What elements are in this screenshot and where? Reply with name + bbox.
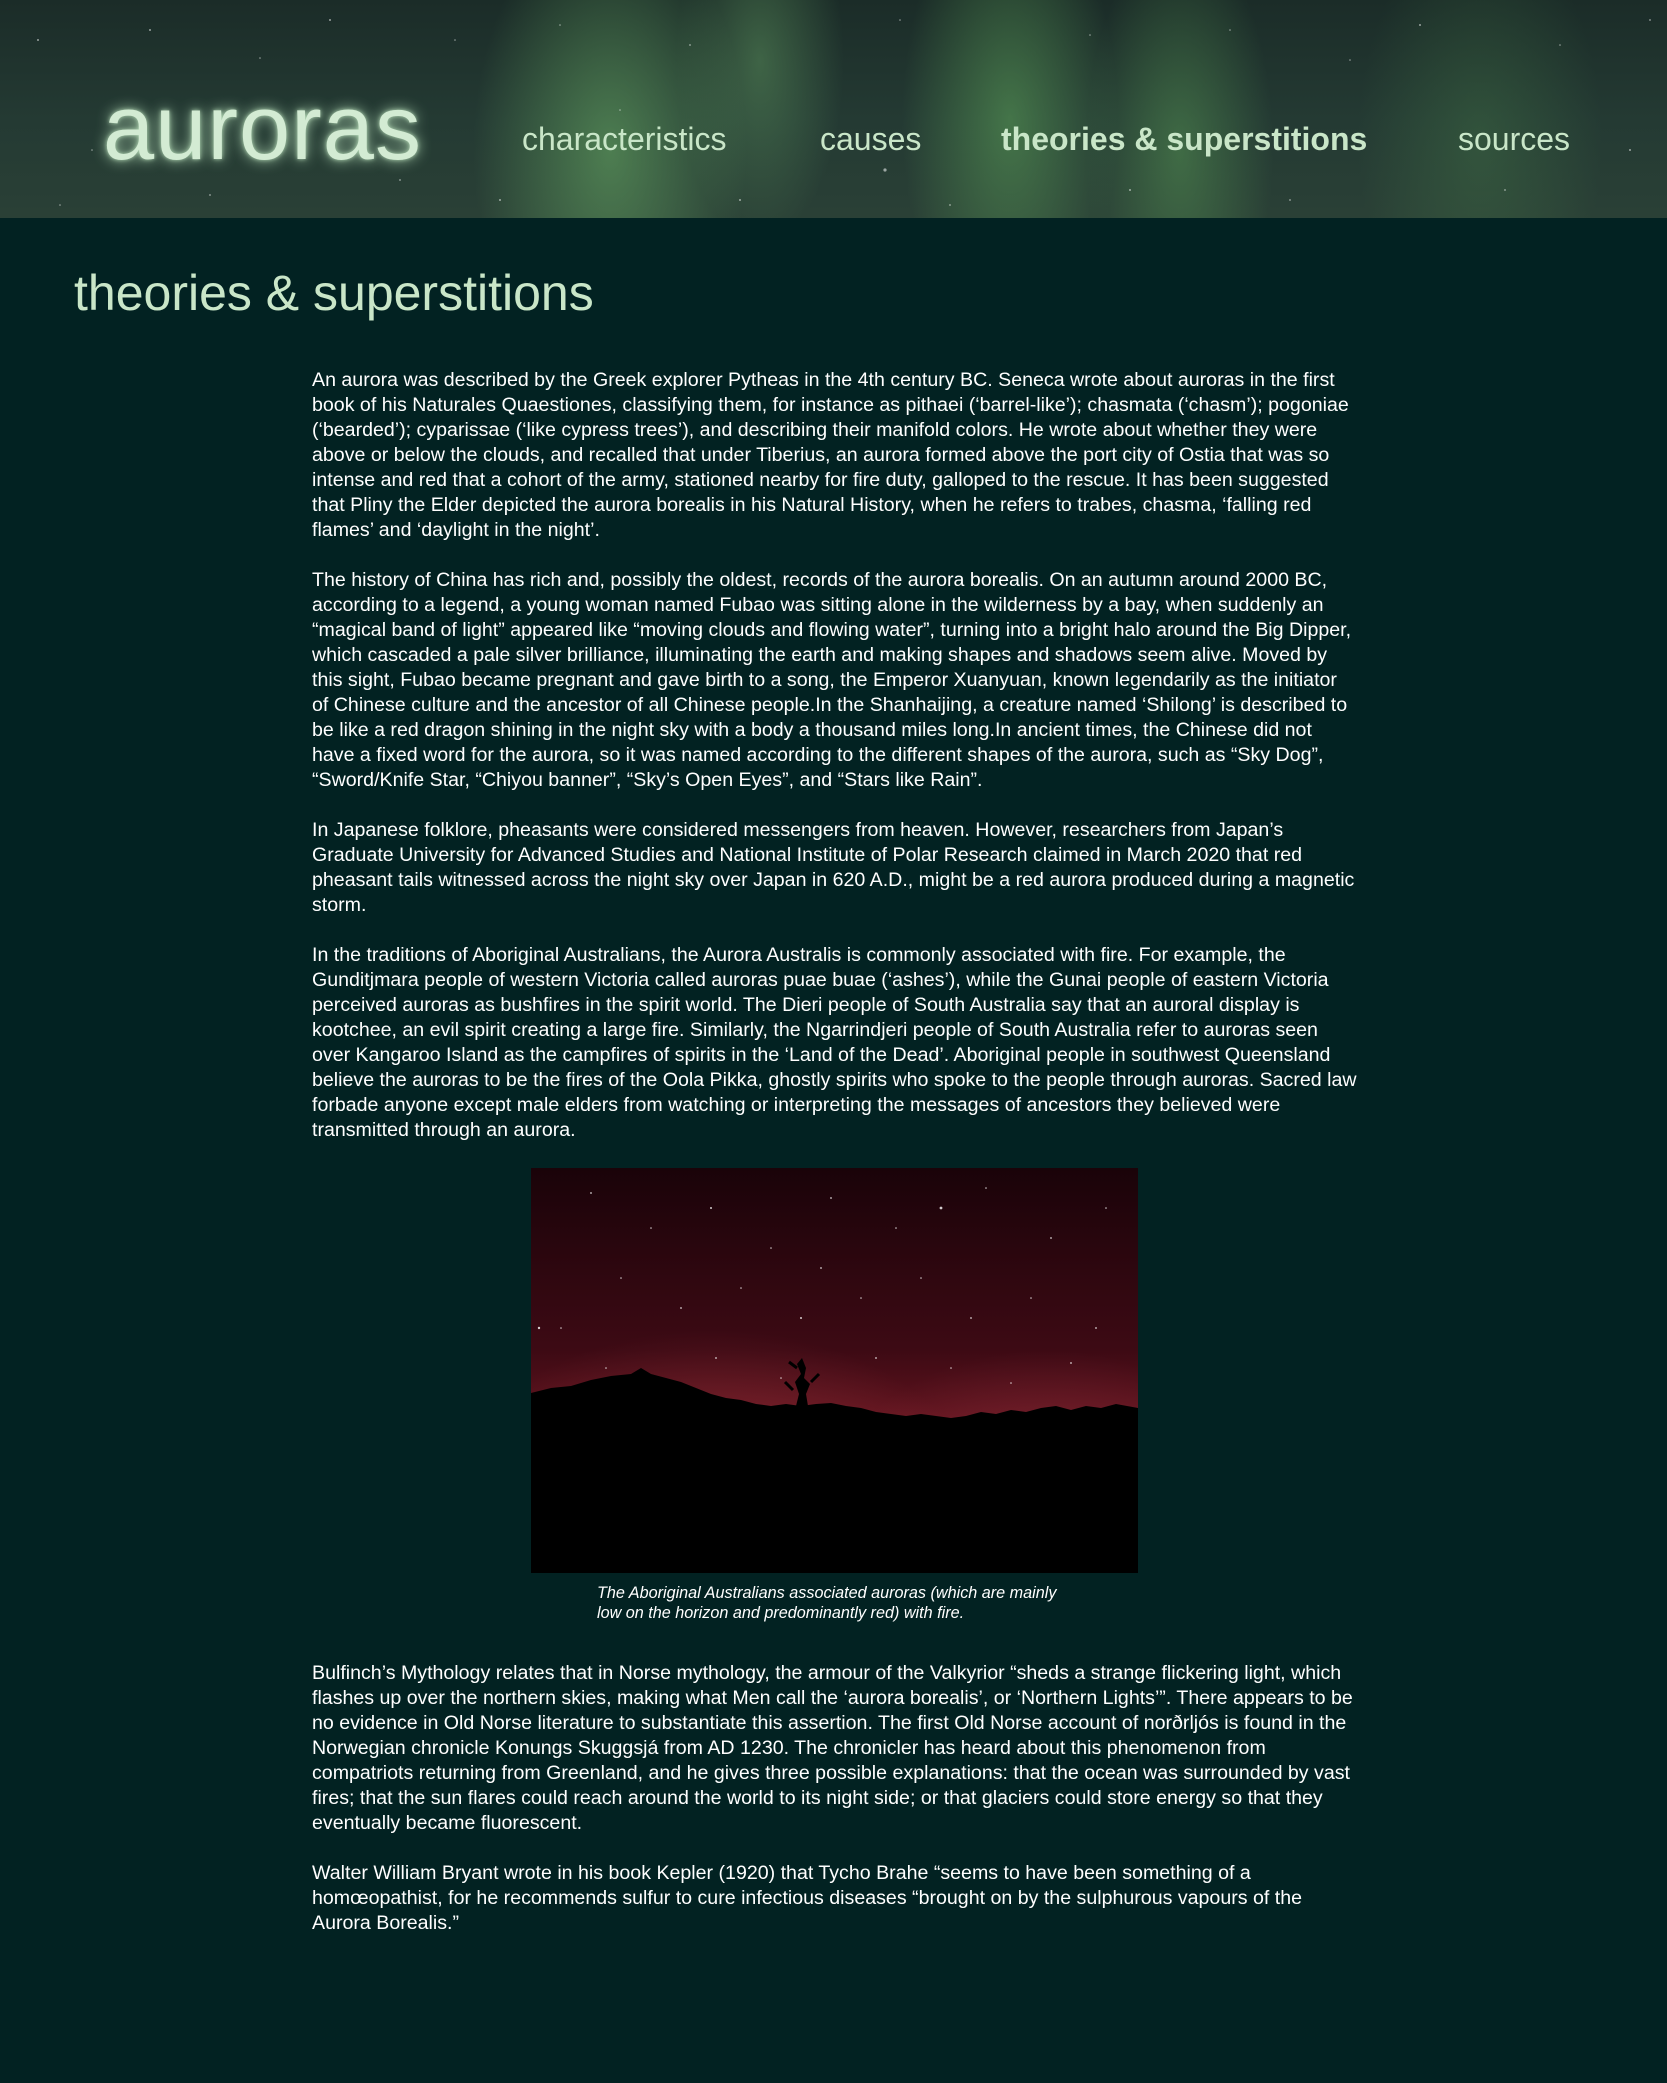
paragraph-norse: Bulfinch’s Mythology relates that in Nor…	[312, 1662, 1353, 1834]
paragraph-kepler: Walter William Bryant wrote in his book …	[312, 1862, 1303, 1934]
article-body: An aurora was described by the Greek exp…	[312, 368, 1358, 1961]
nav-link-causes[interactable]: causes	[820, 120, 921, 158]
page-title: theories & superstitions	[74, 265, 594, 321]
paragraph-greek-roman: An aurora was described by the Greek exp…	[312, 369, 1349, 541]
paragraph-aboriginal: In the traditions of Aboriginal Australi…	[312, 944, 1357, 1141]
nav-link-characteristics[interactable]: characteristics	[522, 120, 727, 158]
site-header: auroras characteristics causes theories …	[0, 0, 1667, 218]
figure-caption: The Aboriginal Australians associated au…	[597, 1584, 1057, 1622]
nav-link-theories-superstitions[interactable]: theories & superstitions	[1001, 120, 1367, 158]
paragraph-china: The history of China has rich and, possi…	[312, 569, 1352, 791]
aurora-figure: The Aboriginal Australians associated au…	[312, 1168, 1358, 1623]
paragraph-japan: In Japanese folklore, pheasants were con…	[312, 819, 1355, 916]
nav-link-sources[interactable]: sources	[1458, 120, 1570, 158]
red-aurora-photo	[531, 1168, 1138, 1573]
site-logo[interactable]: auroras	[103, 82, 422, 174]
